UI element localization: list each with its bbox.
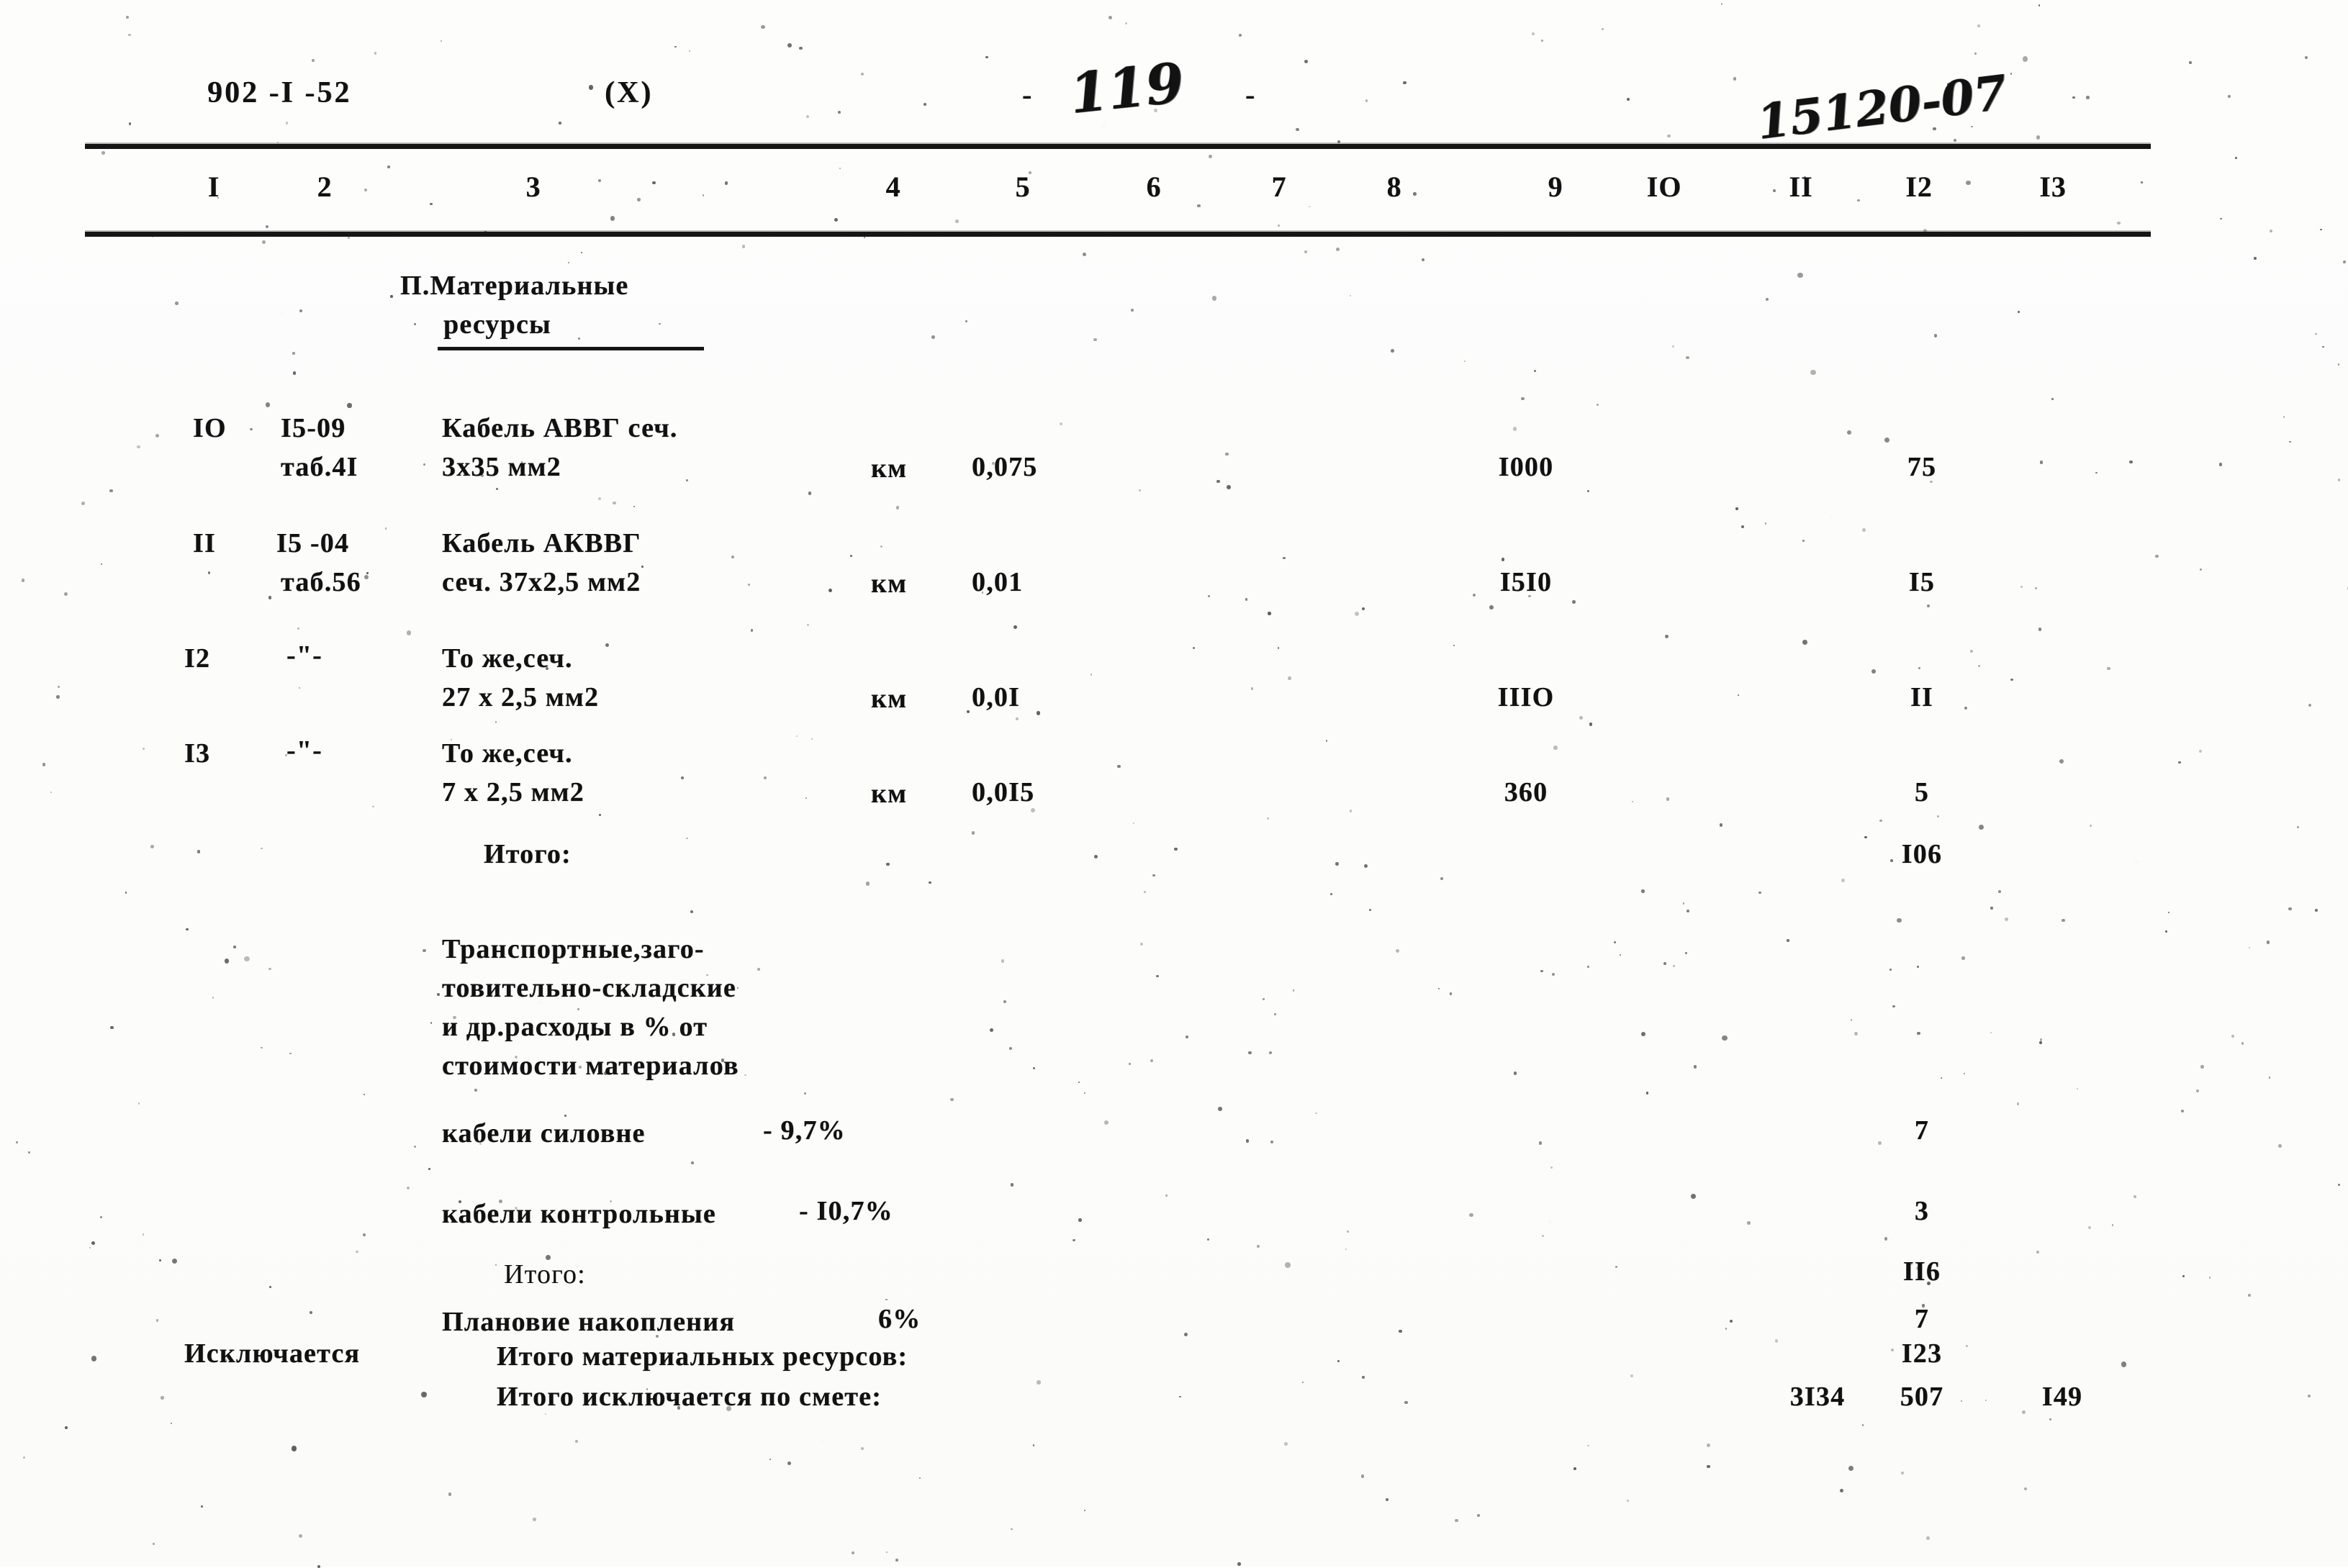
col-header-3: 3 bbox=[525, 171, 541, 203]
row-12-name-line2: 27 х 2,5 мм2 bbox=[442, 682, 600, 712]
col-header-4: 4 bbox=[885, 171, 901, 203]
row-10-code-line1: I5-09 bbox=[281, 413, 346, 443]
table-top-rule bbox=[85, 142, 2151, 149]
overhead-note-line4: стоимости материалов bbox=[442, 1051, 739, 1081]
row-12-col9: IIIO bbox=[1497, 682, 1555, 712]
row-12-num: I2 bbox=[184, 643, 211, 674]
overhead-row-2-rate: - I0,7% bbox=[799, 1196, 893, 1226]
overhead-row-2-label: кабели контрольные bbox=[442, 1199, 716, 1229]
estimate-total-col11: 3I34 bbox=[1789, 1382, 1846, 1412]
overhead-row-1-rate: - 9,7% bbox=[763, 1115, 846, 1146]
overhead-row-1-label: кабели силовне bbox=[442, 1118, 646, 1148]
col-header-8: 8 bbox=[1386, 171, 1402, 203]
row-12-name-line1: То же,сеч. bbox=[442, 643, 573, 674]
row-12-col12: II bbox=[1910, 682, 1933, 712]
overhead-note-line2: товительно-складские bbox=[442, 973, 736, 1003]
section-title-underline bbox=[438, 347, 704, 350]
col-header-2: 2 bbox=[317, 171, 333, 203]
overhead-row-2-col12: 3 bbox=[1914, 1196, 1930, 1226]
row-10-col9: I000 bbox=[1498, 452, 1554, 482]
row-11-col12: I5 bbox=[1908, 567, 1936, 597]
row-11-unit: км bbox=[871, 568, 908, 599]
row-13-col9: 360 bbox=[1504, 777, 1548, 807]
row-11-name-line2: сеч. 37х2,5 мм2 bbox=[442, 567, 641, 597]
estimate-total-label: Итого исключается по смете: bbox=[497, 1382, 882, 1412]
planned-savings-label: Плановие накопления bbox=[442, 1307, 736, 1337]
subtotal-label: Итого: bbox=[484, 839, 572, 869]
overhead-note-line1: Транспортные,заго- bbox=[442, 934, 705, 964]
col-header-11: II bbox=[1789, 171, 1813, 203]
row-13-col12: 5 bbox=[1914, 777, 1930, 807]
section-title-line2: ресурсы bbox=[443, 309, 551, 340]
row-10-num: IO bbox=[193, 413, 227, 443]
excluded-label: Исключается bbox=[184, 1338, 361, 1369]
row-11-num: II bbox=[193, 528, 216, 558]
table-header-rule bbox=[85, 230, 2151, 237]
row-11-name-line1: Кабель АКВВГ bbox=[442, 528, 641, 558]
materials-total-col12: I23 bbox=[1901, 1338, 1943, 1369]
series-code: 902 -I -52 bbox=[207, 76, 352, 109]
row-10-qty: 0,075 bbox=[972, 452, 1038, 482]
row-13-code-line1: -"- bbox=[286, 735, 323, 766]
col-header-1: I bbox=[207, 171, 220, 203]
revision-mark: (X) bbox=[605, 76, 654, 109]
overhead-note-line3: и др.расходы в % от bbox=[442, 1012, 708, 1042]
row-10-code-line2: таб.4I bbox=[281, 452, 358, 482]
row-10-unit: км bbox=[871, 453, 908, 484]
total2-col12: II6 bbox=[1902, 1256, 1941, 1287]
page-dash-left: - bbox=[1022, 78, 1033, 111]
row-11-col9: I5I0 bbox=[1499, 567, 1553, 597]
row-10-col12: 75 bbox=[1907, 452, 1937, 482]
total2-label: Итого: bbox=[504, 1259, 586, 1290]
row-11-code-line2: таб.56 bbox=[281, 567, 361, 597]
materials-total-label: Итого материальных ресурсов: bbox=[497, 1341, 908, 1372]
estimate-total-col13: I49 bbox=[2041, 1382, 2083, 1412]
col-header-6: 6 bbox=[1146, 171, 1162, 203]
subtotal-col12: I06 bbox=[1901, 839, 1943, 869]
planned-savings-rate: 6% bbox=[878, 1304, 921, 1334]
planned-savings-col12: 7 bbox=[1914, 1304, 1930, 1334]
row-13-name-line2: 7 х 2,5 мм2 bbox=[442, 777, 584, 807]
row-13-qty: 0,0I5 bbox=[972, 777, 1035, 807]
row-11-code-line1: I5 -04 bbox=[276, 528, 350, 558]
estimate-total-col12: 507 bbox=[1900, 1382, 1944, 1412]
row-13-name-line1: То же,сеч. bbox=[442, 738, 573, 769]
col-header-9: 9 bbox=[1548, 171, 1563, 203]
row-13-unit: км bbox=[871, 779, 908, 809]
col-header-7: 7 bbox=[1271, 171, 1287, 203]
row-12-unit: км bbox=[871, 684, 908, 714]
overhead-row-1-col12: 7 bbox=[1914, 1115, 1930, 1146]
col-header-5: 5 bbox=[1015, 171, 1031, 203]
section-title-line1: П.Материальные bbox=[400, 271, 629, 301]
row-10-name-line1: Кабель АВВГ сеч. bbox=[442, 413, 678, 443]
col-header-13: I3 bbox=[2039, 171, 2067, 203]
row-11-qty: 0,01 bbox=[972, 567, 1024, 597]
page-dash-right: - bbox=[1245, 78, 1256, 111]
col-header-10: IO bbox=[1646, 171, 1682, 203]
row-12-qty: 0,0I bbox=[972, 682, 1021, 712]
row-12-code-line1: -"- bbox=[286, 640, 323, 671]
col-header-12: I2 bbox=[1905, 171, 1933, 203]
row-10-name-line2: 3х35 мм2 bbox=[442, 452, 561, 482]
row-13-num: I3 bbox=[184, 738, 211, 769]
handwritten-page-number: 119 bbox=[1066, 50, 1187, 127]
